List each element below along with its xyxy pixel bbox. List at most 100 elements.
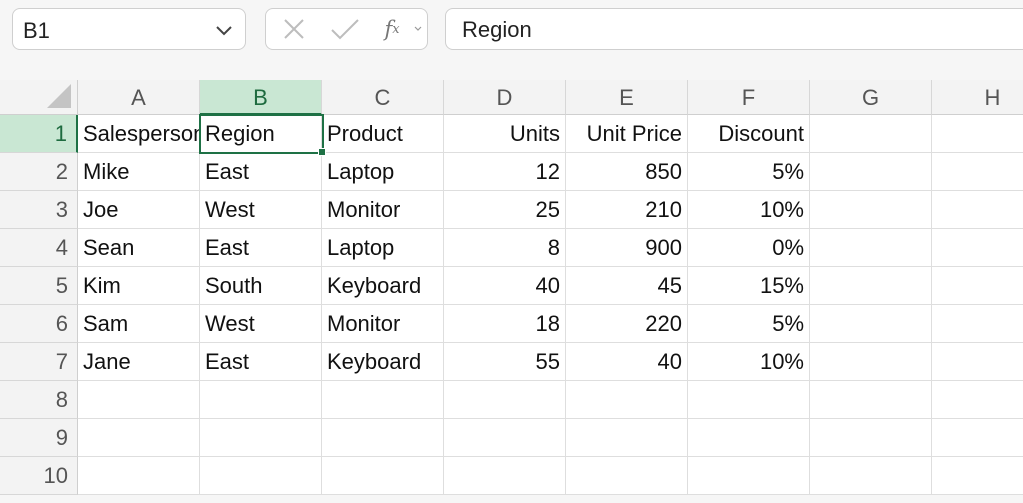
- column-header-c[interactable]: C: [322, 80, 444, 115]
- cell-g7[interactable]: [810, 343, 932, 381]
- cell-d2[interactable]: 12: [444, 153, 566, 191]
- cell-g5[interactable]: [810, 267, 932, 305]
- cell-e1[interactable]: Unit Price: [566, 115, 688, 153]
- cell-c8[interactable]: [322, 381, 444, 419]
- formula-input[interactable]: Region: [445, 8, 1023, 50]
- cell-c5[interactable]: Keyboard: [322, 267, 444, 305]
- row-header-5[interactable]: 5: [0, 267, 78, 305]
- cell-c6[interactable]: Monitor: [322, 305, 444, 343]
- cell-a1[interactable]: Salesperson: [78, 115, 200, 153]
- cell-d4[interactable]: 8: [444, 229, 566, 267]
- row-header-2[interactable]: 2: [0, 153, 78, 191]
- chevron-down-icon[interactable]: [215, 24, 233, 42]
- column-header-h[interactable]: H: [932, 80, 1023, 115]
- cell-a5[interactable]: Kim: [78, 267, 200, 305]
- cell-h1[interactable]: [932, 115, 1023, 153]
- cell-c4[interactable]: Laptop: [322, 229, 444, 267]
- cell-g8[interactable]: [810, 381, 932, 419]
- cell-d9[interactable]: [444, 419, 566, 457]
- cell-e7[interactable]: 40: [566, 343, 688, 381]
- cell-c2[interactable]: Laptop: [322, 153, 444, 191]
- cell-g3[interactable]: [810, 191, 932, 229]
- cell-c10[interactable]: [322, 457, 444, 495]
- cell-g2[interactable]: [810, 153, 932, 191]
- cell-f1[interactable]: Discount: [688, 115, 810, 153]
- cell-b4[interactable]: East: [200, 229, 322, 267]
- column-header-a[interactable]: A: [78, 80, 200, 115]
- cell-f10[interactable]: [688, 457, 810, 495]
- column-header-d[interactable]: D: [444, 80, 566, 115]
- cell-b2[interactable]: East: [200, 153, 322, 191]
- cell-a9[interactable]: [78, 419, 200, 457]
- cell-g10[interactable]: [810, 457, 932, 495]
- cell-g1[interactable]: [810, 115, 932, 153]
- cell-a10[interactable]: [78, 457, 200, 495]
- row-header-8[interactable]: 8: [0, 381, 78, 419]
- check-icon[interactable]: [328, 9, 362, 49]
- cell-e10[interactable]: [566, 457, 688, 495]
- cell-e4[interactable]: 900: [566, 229, 688, 267]
- cell-a3[interactable]: Joe: [78, 191, 200, 229]
- cell-a8[interactable]: [78, 381, 200, 419]
- cell-b9[interactable]: [200, 419, 322, 457]
- function-icon[interactable]: fx: [374, 9, 410, 49]
- cell-e9[interactable]: [566, 419, 688, 457]
- cell-c9[interactable]: [322, 419, 444, 457]
- cell-f5[interactable]: 15%: [688, 267, 810, 305]
- cell-g4[interactable]: [810, 229, 932, 267]
- cell-h7[interactable]: [932, 343, 1023, 381]
- cell-e8[interactable]: [566, 381, 688, 419]
- cell-b8[interactable]: [200, 381, 322, 419]
- row-header-10[interactable]: 10: [0, 457, 78, 495]
- column-header-b[interactable]: B: [200, 80, 322, 115]
- cell-b10[interactable]: [200, 457, 322, 495]
- cell-g6[interactable]: [810, 305, 932, 343]
- row-header-7[interactable]: 7: [0, 343, 78, 381]
- cell-b1[interactable]: Region: [200, 115, 322, 153]
- cell-d7[interactable]: 55: [444, 343, 566, 381]
- cell-b7[interactable]: East: [200, 343, 322, 381]
- cell-h5[interactable]: [932, 267, 1023, 305]
- cell-f2[interactable]: 5%: [688, 153, 810, 191]
- column-header-g[interactable]: G: [810, 80, 932, 115]
- cell-c3[interactable]: Monitor: [322, 191, 444, 229]
- cell-e5[interactable]: 45: [566, 267, 688, 305]
- cell-h3[interactable]: [932, 191, 1023, 229]
- cell-b6[interactable]: West: [200, 305, 322, 343]
- cell-a6[interactable]: Sam: [78, 305, 200, 343]
- row-header-3[interactable]: 3: [0, 191, 78, 229]
- cell-e2[interactable]: 850: [566, 153, 688, 191]
- cell-a2[interactable]: Mike: [78, 153, 200, 191]
- cell-c7[interactable]: Keyboard: [322, 343, 444, 381]
- cell-f8[interactable]: [688, 381, 810, 419]
- cell-f7[interactable]: 10%: [688, 343, 810, 381]
- cell-f9[interactable]: [688, 419, 810, 457]
- close-icon[interactable]: [278, 9, 310, 49]
- cell-a4[interactable]: Sean: [78, 229, 200, 267]
- chevron-down-icon[interactable]: [411, 9, 425, 49]
- cell-h8[interactable]: [932, 381, 1023, 419]
- cell-d3[interactable]: 25: [444, 191, 566, 229]
- column-header-e[interactable]: E: [566, 80, 688, 115]
- cell-d8[interactable]: [444, 381, 566, 419]
- cell-f4[interactable]: 0%: [688, 229, 810, 267]
- cell-a7[interactable]: Jane: [78, 343, 200, 381]
- row-header-9[interactable]: 9: [0, 419, 78, 457]
- cell-d10[interactable]: [444, 457, 566, 495]
- cell-h2[interactable]: [932, 153, 1023, 191]
- cell-d5[interactable]: 40: [444, 267, 566, 305]
- select-all-button[interactable]: [0, 80, 78, 115]
- cell-e6[interactable]: 220: [566, 305, 688, 343]
- cell-h10[interactable]: [932, 457, 1023, 495]
- cell-f3[interactable]: 10%: [688, 191, 810, 229]
- row-header-1[interactable]: 1: [0, 115, 78, 153]
- row-header-6[interactable]: 6: [0, 305, 78, 343]
- row-header-4[interactable]: 4: [0, 229, 78, 267]
- cell-d1[interactable]: Units: [444, 115, 566, 153]
- cell-c1[interactable]: Product: [322, 115, 444, 153]
- cell-b5[interactable]: South: [200, 267, 322, 305]
- name-box[interactable]: B1: [12, 8, 246, 50]
- cell-d6[interactable]: 18: [444, 305, 566, 343]
- cell-f6[interactable]: 5%: [688, 305, 810, 343]
- column-header-f[interactable]: F: [688, 80, 810, 115]
